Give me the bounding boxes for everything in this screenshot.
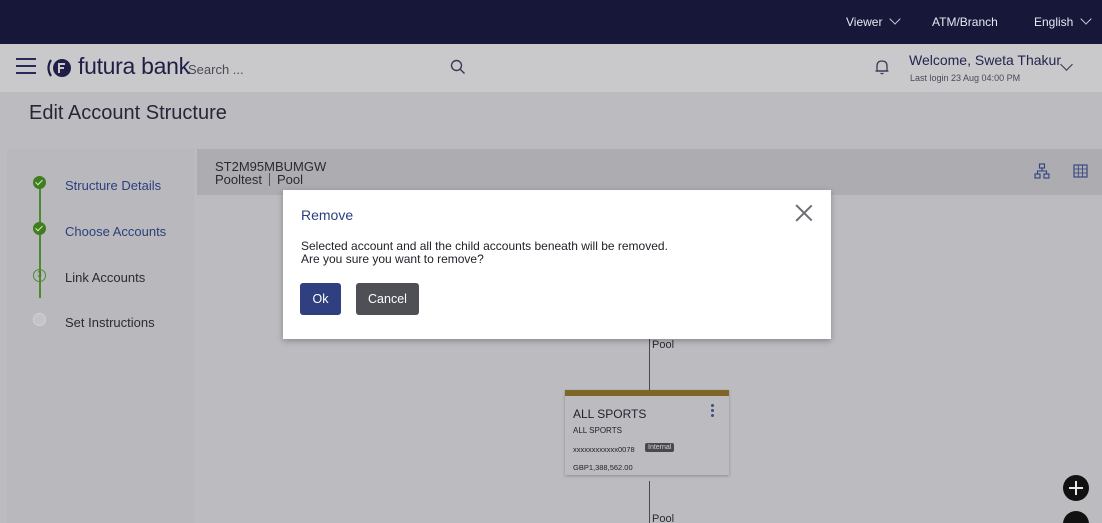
card-account-subtitle: ALL SPORTS — [573, 426, 622, 435]
language-dropdown[interactable]: English — [1034, 13, 1093, 29]
structure-name: Pooltest — [215, 172, 262, 187]
language-label: English — [1034, 15, 1074, 29]
step-choose-accounts[interactable]: Choose Accounts — [65, 224, 166, 239]
account-card[interactable]: ALL SPORTS ALL SPORTS xxxxxxxxxxxx0078 I… — [565, 390, 729, 475]
card-balance: GBP1,388,562.00 — [573, 463, 633, 472]
step-complete-icon — [33, 222, 46, 235]
app-header: futura bank Welcome, Sweta Thakur Last l… — [0, 44, 1102, 92]
cancel-button[interactable]: Cancel — [356, 283, 419, 315]
brand-name: futura bank — [78, 53, 190, 79]
page-title: Edit Account Structure — [29, 102, 227, 124]
search-icon[interactable] — [450, 59, 466, 75]
structure-meta: Pooltest Pool — [215, 172, 303, 187]
bank-logo-icon — [47, 59, 71, 77]
account-type-badge: Internal — [645, 443, 675, 452]
structure-type: Pool — [276, 172, 304, 187]
search-input[interactable] — [188, 57, 473, 81]
pool-label: Pool — [652, 513, 675, 523]
step-structure-details[interactable]: Structure Details — [65, 178, 161, 193]
tree-view-icon[interactable] — [1034, 163, 1050, 179]
pool-label: Pool — [652, 339, 675, 351]
dialog-title: Remove — [301, 207, 354, 223]
more-options-icon[interactable] — [711, 404, 715, 418]
dialog-message: Selected account and all the child accou… — [301, 240, 668, 266]
welcome-user-menu[interactable]: Welcome, Sweta Thakur — [909, 52, 1061, 68]
last-login-text: Last login 23 Aug 04:00 PM — [910, 73, 1021, 83]
ok-button[interactable]: Ok — [300, 283, 341, 315]
card-account-name: ALL SPORTS — [573, 407, 647, 421]
atm-branch-label: ATM/Branch — [932, 15, 998, 29]
chevron-down-icon — [889, 13, 902, 25]
remove-confirm-dialog: Remove Selected account and all the chil… — [283, 190, 831, 339]
divider — [268, 173, 270, 186]
notification-bell-icon[interactable] — [873, 58, 891, 76]
step-number-badge: 3 — [33, 269, 46, 282]
step-complete-icon — [33, 176, 46, 189]
table-view-icon[interactable] — [1073, 164, 1088, 178]
chevron-down-icon[interactable] — [1060, 58, 1073, 71]
top-bar: Viewer ATM/Branch English — [0, 0, 1102, 44]
step-set-instructions[interactable]: Set Instructions — [65, 315, 155, 330]
menu-icon[interactable] — [16, 58, 36, 75]
chevron-down-icon — [1080, 13, 1093, 25]
atm-branch-link[interactable]: ATM/Branch — [932, 15, 998, 29]
viewer-dropdown[interactable]: Viewer — [846, 13, 902, 29]
structure-header: ST2M95MBUMGW Pooltest Pool — [197, 149, 1102, 195]
stepper-sidebar: Structure Details Choose Accounts 3 Link… — [7, 149, 194, 523]
viewer-label: Viewer — [846, 15, 883, 29]
add-account-button[interactable] — [1063, 475, 1089, 501]
step-pending-icon — [33, 313, 46, 326]
tree-connector — [649, 481, 650, 523]
card-account-number: xxxxxxxxxxxx0078 — [573, 445, 635, 454]
floating-action-button[interactable] — [1063, 511, 1089, 523]
step-link-accounts[interactable]: Link Accounts — [65, 270, 145, 285]
dialog-message-line: Are you sure you want to remove? — [301, 252, 484, 266]
tree-connector — [649, 335, 650, 390]
close-icon[interactable] — [795, 204, 813, 222]
